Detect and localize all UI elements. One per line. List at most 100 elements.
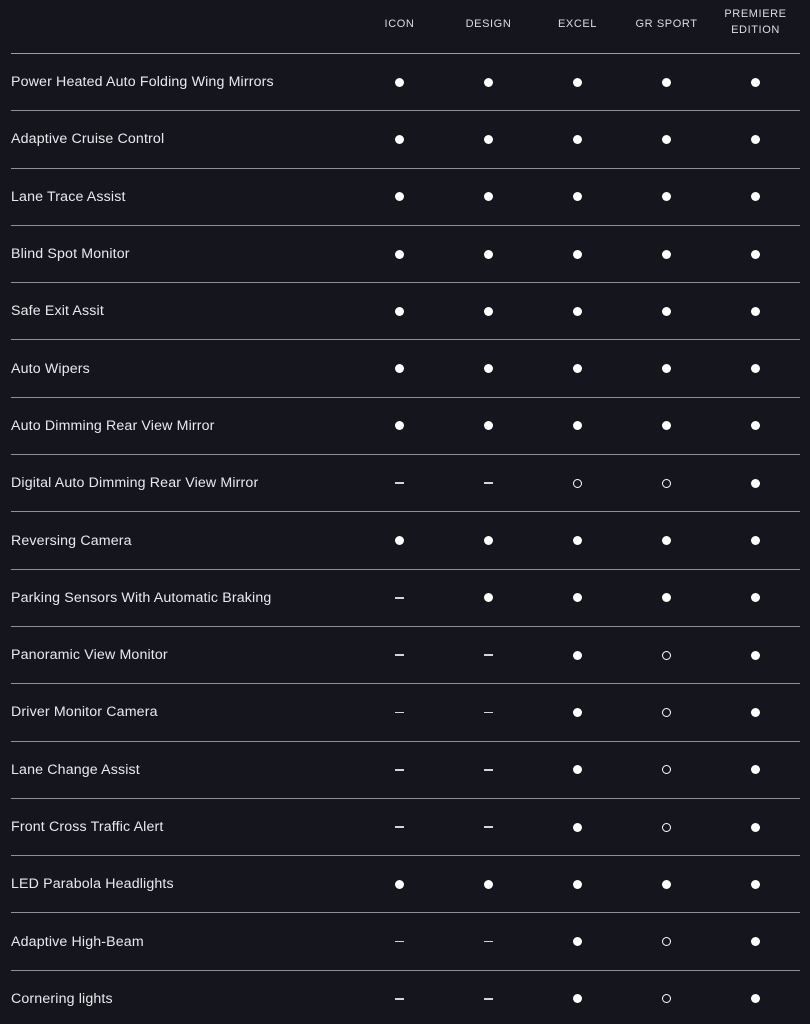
availability-cell: [711, 111, 800, 167]
filled-dot-icon: [751, 134, 760, 144]
dash-icon: [395, 998, 404, 1000]
feature-label: Driver Monitor Camera: [11, 704, 158, 721]
availability-cell: [444, 169, 533, 225]
availability-cell: [711, 169, 800, 225]
availability-cell: [444, 742, 533, 798]
availability-cell: [444, 913, 533, 969]
table-row: Blind Spot Monitor: [0, 226, 810, 282]
availability-cell: [711, 226, 800, 282]
open-circle-icon: [662, 478, 671, 488]
availability-cell: [355, 799, 444, 855]
column-header-line: GR SPORT: [635, 18, 698, 30]
feature-label: Reversing Camera: [11, 532, 132, 549]
availability-cell: [533, 169, 622, 225]
feature-label: Cornering lights: [11, 990, 113, 1007]
filled-dot-icon: [573, 536, 582, 546]
availability-cell: [622, 283, 711, 339]
availability-cell: [711, 627, 800, 683]
feature-label: LED Parabola Headlights: [11, 876, 174, 893]
availability-cell: [355, 742, 444, 798]
open-circle-icon: [662, 822, 671, 832]
table-row: Adaptive Cruise Control: [0, 111, 810, 167]
availability-cell: [533, 54, 622, 110]
filled-dot-icon: [395, 536, 404, 546]
table-row: Front Cross Traffic Alert: [0, 799, 810, 855]
table-header-row: ICON DESIGN EXCEL GR SPORT PREMIERE EDITION: [0, 0, 810, 53]
dash-icon: [395, 654, 404, 656]
filled-dot-icon: [573, 192, 582, 202]
availability-cell: [533, 340, 622, 396]
availability-cell: [622, 169, 711, 225]
filled-dot-icon: [573, 765, 582, 775]
dash-icon: [484, 768, 493, 771]
feature-label: Adaptive Cruise Control: [11, 131, 165, 148]
availability-cell: [355, 226, 444, 282]
filled-dot-icon: [751, 994, 760, 1004]
dash-icon: [395, 711, 404, 714]
column-header-excel: EXCEL: [533, 0, 622, 33]
availability-cell: [355, 340, 444, 396]
table-row: Adaptive High-Beam: [0, 913, 810, 969]
table-row: LED Parabola Headlights: [0, 856, 810, 912]
filled-dot-icon: [573, 707, 582, 717]
availability-cell: [622, 455, 711, 511]
dash-icon: [484, 711, 493, 714]
table-row: Power Heated Auto Folding Wing Mirrors: [0, 54, 810, 110]
availability-cell: [533, 684, 622, 740]
availability-cell: [444, 684, 533, 740]
filled-dot-icon: [484, 421, 493, 431]
availability-cell: [533, 742, 622, 798]
feature-label: Lane Trace Assist: [11, 188, 126, 205]
dash-icon: [395, 597, 404, 599]
filled-dot-icon: [751, 593, 760, 603]
dash-icon: [484, 998, 493, 1000]
filled-dot-icon: [484, 192, 493, 202]
availability-cell: [355, 398, 444, 454]
dash-icon: [484, 654, 493, 656]
availability-cell: [622, 856, 711, 912]
availability-cell: [622, 570, 711, 626]
column-header-icon: ICON: [355, 0, 444, 33]
filled-dot-icon: [395, 249, 404, 259]
filled-dot-icon: [484, 593, 493, 603]
availability-cell: [444, 283, 533, 339]
filled-dot-icon: [662, 306, 671, 316]
availability-cell: [444, 971, 533, 1024]
filled-dot-icon: [395, 879, 404, 889]
filled-dot-icon: [751, 879, 760, 889]
availability-cell: [622, 913, 711, 969]
availability-cell: [711, 512, 800, 568]
feature-label: Blind Spot Monitor: [11, 246, 130, 263]
column-header-design: DESIGN: [444, 0, 533, 33]
table-row: Cornering lights: [0, 971, 810, 1024]
dash-icon: [395, 768, 404, 771]
column-header-line: ICON: [384, 18, 415, 30]
availability-cell: [444, 398, 533, 454]
column-header-gr-sport: GR SPORT: [622, 0, 711, 33]
filled-dot-icon: [484, 77, 493, 87]
filled-dot-icon: [662, 249, 671, 259]
availability-cell: [533, 856, 622, 912]
availability-cell: [711, 570, 800, 626]
availability-cell: [622, 111, 711, 167]
column-header-premiere-edition: PREMIERE EDITION: [711, 0, 800, 39]
availability-cell: [711, 340, 800, 396]
availability-cell: [444, 799, 533, 855]
open-circle-icon: [573, 478, 582, 488]
filled-dot-icon: [662, 77, 671, 87]
filled-dot-icon: [573, 249, 582, 259]
availability-cell: [711, 799, 800, 855]
availability-cell: [355, 971, 444, 1024]
filled-dot-icon: [573, 134, 582, 144]
availability-cell: [622, 54, 711, 110]
dash-icon: [395, 940, 404, 943]
column-header-line: DESIGN: [465, 18, 512, 30]
filled-dot-icon: [751, 306, 760, 316]
open-circle-icon: [662, 650, 671, 660]
feature-label: Adaptive High-Beam: [11, 933, 144, 950]
availability-cell: [355, 54, 444, 110]
filled-dot-icon: [751, 192, 760, 202]
filled-dot-icon: [395, 364, 404, 374]
filled-dot-icon: [395, 421, 404, 431]
table-row: Panoramic View Monitor: [0, 627, 810, 683]
